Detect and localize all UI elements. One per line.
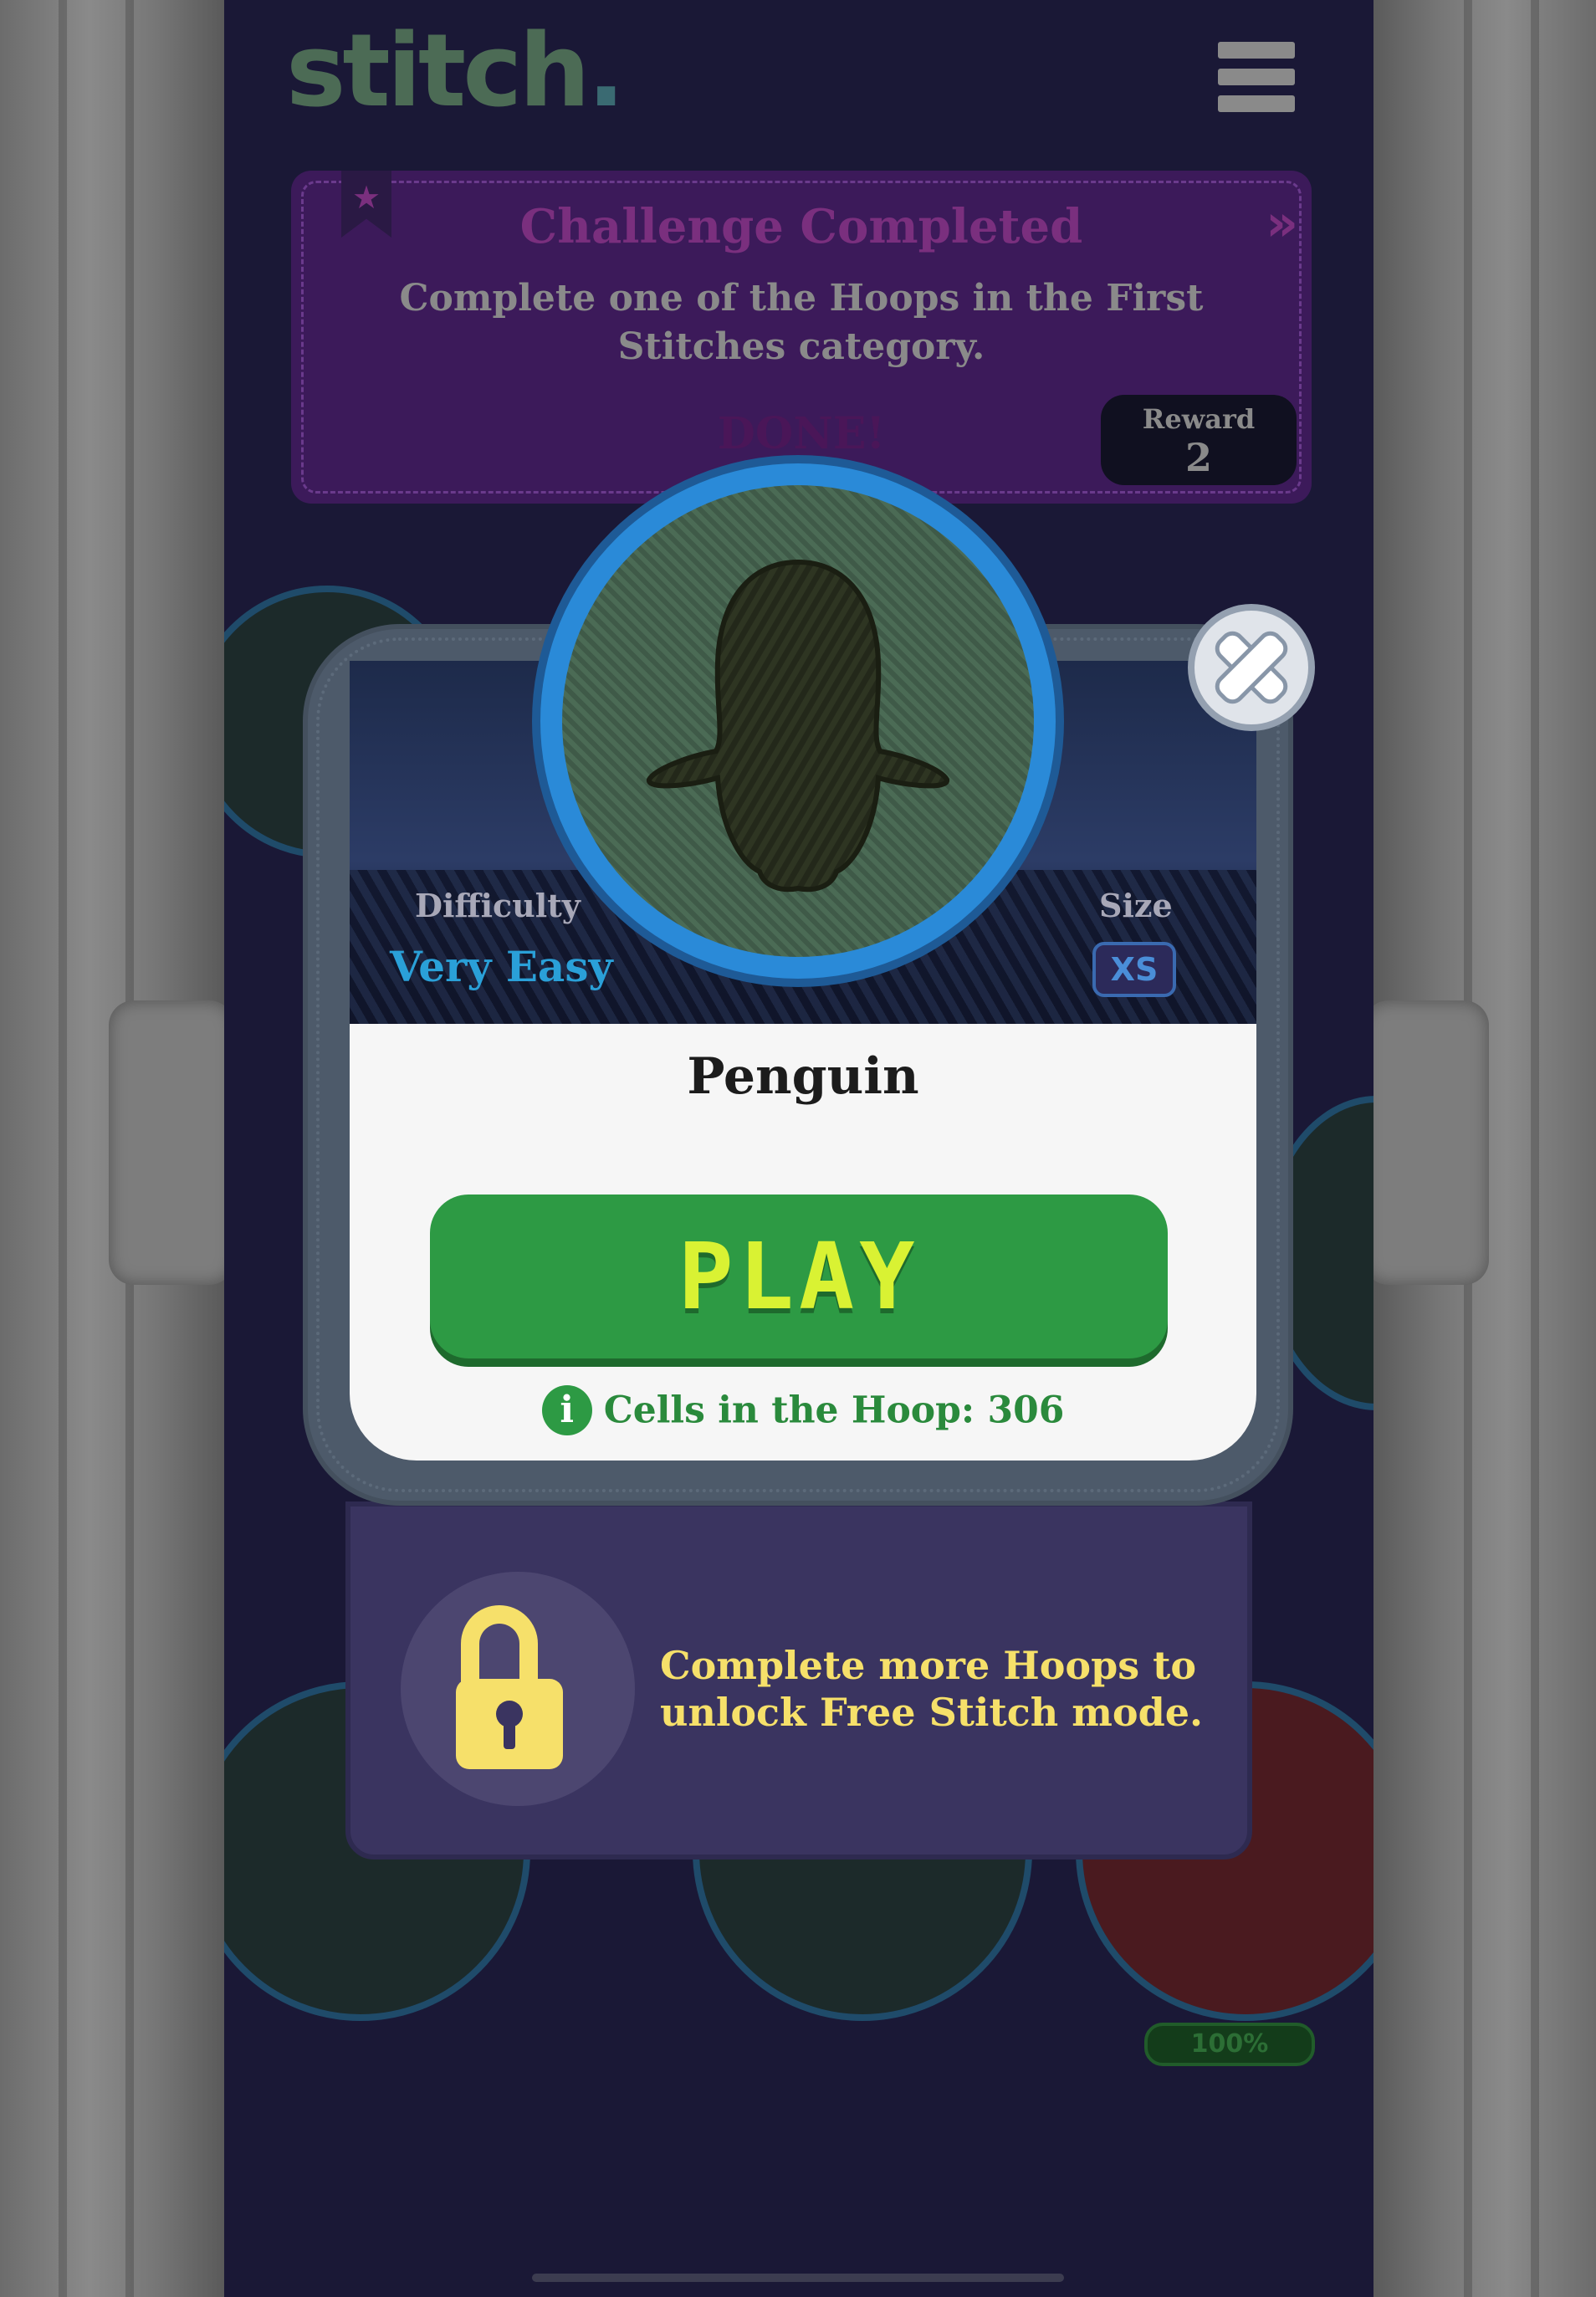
size-badge: XS xyxy=(1092,942,1176,997)
logo-text: stitch xyxy=(286,13,591,130)
difficulty-label: Difficulty xyxy=(415,887,581,924)
free-stitch-locked-panel: Complete more Hoops to unlock Free Stitc… xyxy=(345,1501,1252,1860)
challenge-title: Challenge Completed xyxy=(519,199,1083,254)
lock-icon xyxy=(401,1572,635,1806)
right-window-shutter xyxy=(1363,0,1596,2297)
reward-value: 2 xyxy=(1184,435,1212,480)
size-label: Size xyxy=(1099,887,1173,924)
shutter-plank xyxy=(59,0,67,2297)
double-chevron-right-icon[interactable]: » xyxy=(1266,194,1298,253)
challenge-description: Complete one of the Hoops in the First S… xyxy=(399,277,1204,368)
logo-dot: . xyxy=(586,13,626,130)
hoop-progress: 100% xyxy=(1144,2023,1315,2066)
cells-info: i Cells in the Hoop: 306 xyxy=(350,1385,1256,1435)
shutter-hinge xyxy=(1363,1000,1489,1285)
difficulty-value: Very Easy xyxy=(390,942,613,991)
play-button[interactable]: PLAY xyxy=(430,1195,1168,1358)
left-window-shutter xyxy=(0,0,234,2297)
info-icon[interactable]: i xyxy=(541,1385,592,1435)
challenge-banner[interactable]: ★ Challenge Completed » Complete one of … xyxy=(291,171,1312,504)
patch-fabric xyxy=(562,485,1034,957)
shutter-hinge xyxy=(109,1000,234,1285)
close-icon[interactable] xyxy=(1188,604,1315,731)
home-indicator xyxy=(532,2274,1064,2282)
cells-count-text: Cells in the Hoop: 306 xyxy=(603,1389,1065,1432)
penguin-patch xyxy=(540,463,1056,979)
shutter-plank xyxy=(1531,0,1539,2297)
reward-label: Reward xyxy=(1142,403,1256,435)
reward-badge: Reward 2 xyxy=(1101,395,1297,485)
hoop-name: Penguin xyxy=(687,1047,919,1106)
hamburger-menu-icon[interactable] xyxy=(1218,42,1295,114)
unlock-message: Complete more Hoops to unlock Free Stitc… xyxy=(660,1643,1204,1735)
stitch-logo: stitch. xyxy=(286,22,625,122)
penguin-icon xyxy=(647,559,949,893)
